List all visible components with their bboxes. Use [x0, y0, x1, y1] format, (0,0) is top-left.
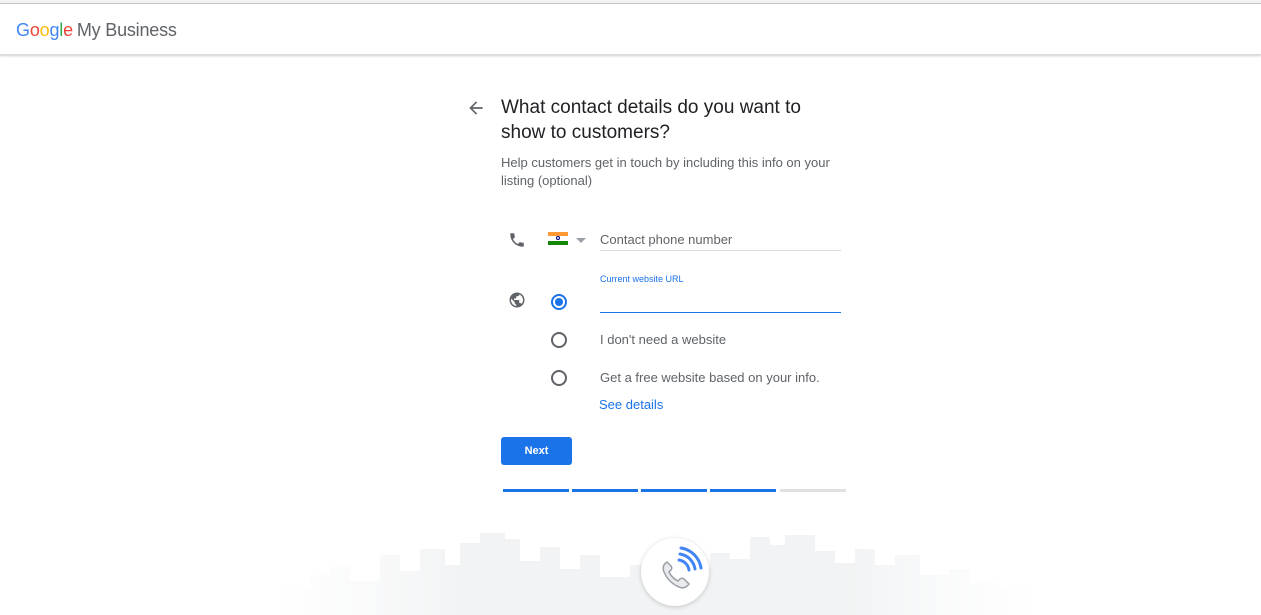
- logo-letter: g: [49, 20, 60, 40]
- progress-step: [572, 489, 638, 492]
- next-button[interactable]: Next: [501, 437, 572, 465]
- no-website-label[interactable]: I don't need a website: [600, 332, 726, 347]
- india-flag-icon[interactable]: [548, 232, 568, 245]
- radio-no-website[interactable]: [551, 332, 567, 348]
- phone-ringing-icon: [662, 546, 703, 589]
- phone-call-badge: [641, 538, 709, 606]
- website-url-label: Current website URL: [600, 274, 684, 284]
- progress-step: [641, 489, 707, 492]
- website-url-input[interactable]: [600, 290, 841, 313]
- radio-free-website[interactable]: [551, 370, 567, 386]
- country-dropdown-arrow-icon[interactable]: [576, 238, 586, 243]
- radio-current-website[interactable]: [551, 294, 567, 310]
- see-details-link[interactable]: See details: [599, 397, 663, 412]
- page-title: What contact details do you want to show…: [501, 97, 801, 143]
- logo-letter: e: [63, 20, 73, 40]
- progress-step: [780, 489, 846, 492]
- google-my-business-logo[interactable]: Google My Business: [16, 20, 177, 41]
- globe-icon: [508, 291, 526, 309]
- back-arrow-icon[interactable]: [466, 98, 486, 118]
- page-subtitle: Help customers get in touch by including…: [501, 155, 830, 188]
- phone-number-input[interactable]: [600, 228, 841, 251]
- app-header: Google My Business: [0, 4, 1261, 55]
- progress-step: [710, 489, 776, 492]
- logo-letter: o: [39, 20, 50, 40]
- product-name: My Business: [76, 20, 177, 40]
- phone-icon: [508, 231, 526, 249]
- progress-step: [503, 489, 569, 492]
- free-website-label[interactable]: Get a free website based on your info.: [600, 370, 820, 385]
- progress-bar: [503, 489, 846, 492]
- logo-letter: o: [29, 20, 40, 40]
- logo-letter: G: [16, 20, 30, 40]
